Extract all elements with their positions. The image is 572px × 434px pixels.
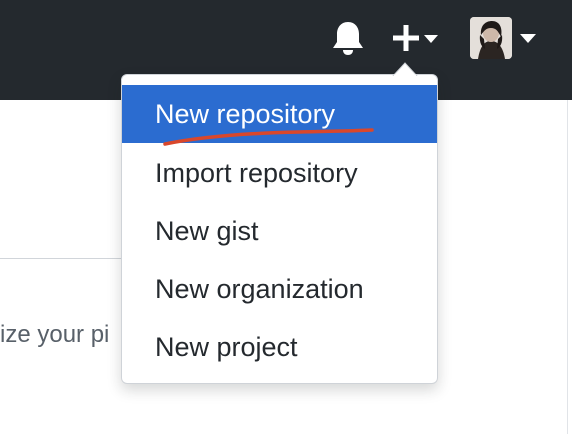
create-new-button[interactable]: [390, 22, 442, 56]
panel-border: [567, 100, 568, 434]
notifications-button[interactable]: [331, 20, 365, 56]
menu-item-new-project[interactable]: New project: [122, 318, 437, 376]
menu-item-import-repository[interactable]: Import repository: [122, 144, 437, 202]
plus-icon: [393, 25, 419, 51]
avatar: [470, 17, 512, 59]
menu-item-new-gist[interactable]: New gist: [122, 202, 437, 260]
create-new-dropdown: New repository Import repository New gis…: [121, 74, 438, 384]
menu-item-new-repository[interactable]: New repository: [122, 85, 437, 143]
background-text: ize your pi: [0, 321, 110, 348]
bell-icon: [333, 22, 363, 55]
user-menu-button[interactable]: [470, 16, 540, 60]
caret-down-icon: [520, 34, 536, 43]
dropdown-pointer: [392, 62, 418, 76]
caret-down-icon: [424, 35, 438, 43]
section-divider: [0, 258, 122, 259]
menu-item-new-organization[interactable]: New organization: [122, 260, 437, 318]
avatar-image: [470, 17, 512, 59]
